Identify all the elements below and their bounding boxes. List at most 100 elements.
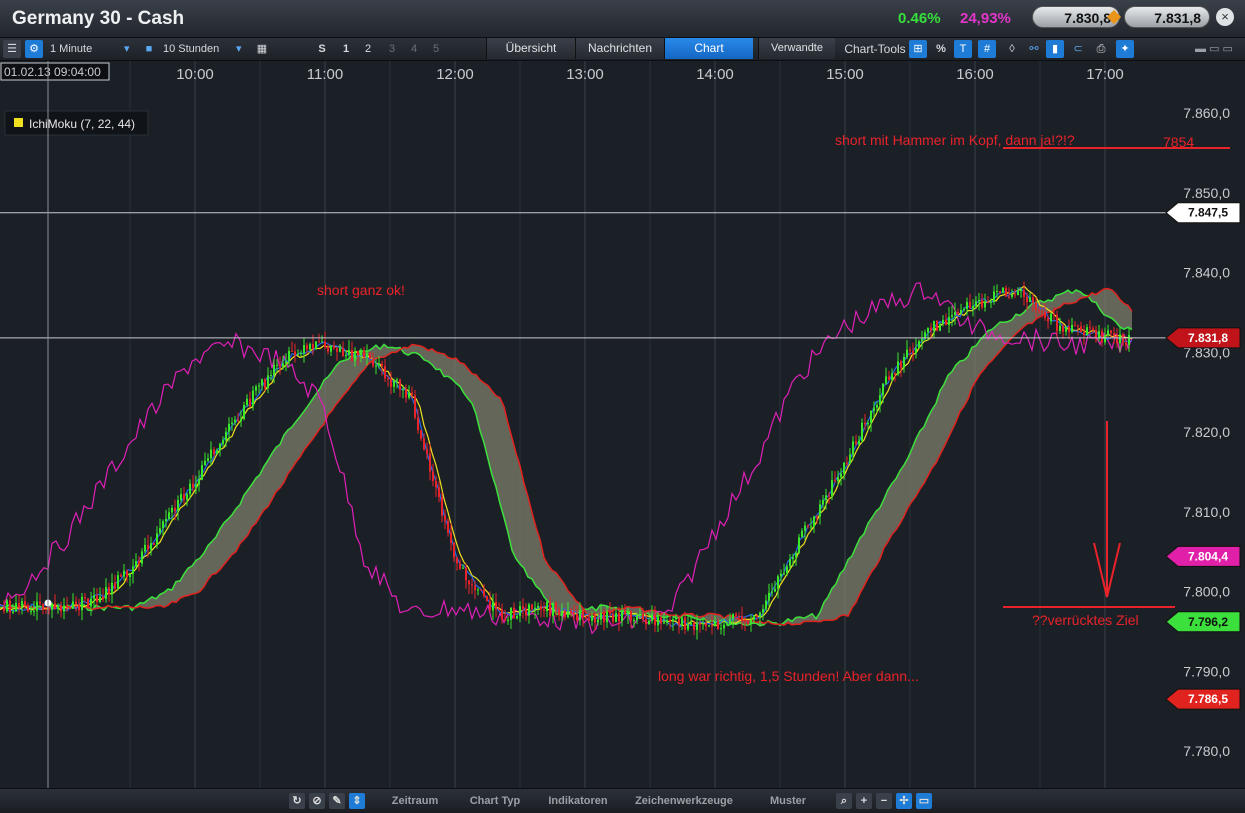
candle-body [654, 614, 656, 626]
calendar-icon[interactable]: ▦ [254, 40, 270, 58]
price-chart[interactable]: 7.860,07.850,07.840,07.830,07.820,07.810… [0, 61, 1245, 788]
text-tool-icon[interactable]: T [954, 40, 972, 58]
buy-button[interactable]: 7.831,8 [1124, 6, 1210, 28]
candle-body [588, 618, 590, 621]
tab-overview[interactable]: Übersicht [486, 38, 575, 59]
candle-body [315, 341, 317, 349]
chart-count-5[interactable]: 5 [428, 40, 444, 58]
zoom-out-icon[interactable]: − [876, 793, 892, 809]
chart-count-2[interactable]: 2 [360, 40, 376, 58]
bottom-tab-indicators[interactable]: Indikatoren [537, 793, 619, 809]
candle-body [255, 386, 257, 391]
candle-body [726, 624, 728, 626]
y-tick-label: 7.840,0 [1183, 265, 1230, 281]
bar-tool-icon[interactable]: ▮ [1046, 40, 1064, 58]
reset-icon[interactable]: ↻ [289, 793, 305, 809]
candle-body [366, 353, 368, 358]
tab-news[interactable]: Nachrichten [575, 38, 664, 59]
candle-body [594, 615, 596, 623]
tab-chart[interactable]: Chart [664, 38, 753, 59]
candle-body [585, 617, 587, 619]
window-controls[interactable]: ▬ ▭ ▭ [1192, 40, 1236, 58]
annotation-text: short mit Hammer im Kopf, dann ja!?!? [835, 132, 1075, 148]
candle-body [783, 573, 785, 575]
scroll-icon[interactable]: ⇕ [349, 793, 365, 809]
candle-body [15, 603, 17, 612]
candle-body [1119, 334, 1121, 344]
candle-body [615, 612, 617, 622]
candle-body [171, 507, 173, 513]
candle-body [702, 623, 704, 625]
bottom-tab-patterns[interactable]: Muster [748, 793, 828, 809]
pencil-icon[interactable]: ✎ [329, 793, 345, 809]
overview-icon[interactable]: ▭ [916, 793, 932, 809]
candle-body [309, 344, 311, 350]
candle-body [789, 559, 791, 567]
candle-body [1062, 325, 1064, 332]
fit-icon[interactable]: ✢ [896, 793, 912, 809]
candle-body [381, 363, 383, 367]
list-icon[interactable]: ☰ [3, 40, 21, 58]
percent-button[interactable]: % [933, 40, 949, 58]
candle-body [672, 619, 674, 622]
candle-body [570, 611, 572, 613]
candle-body [177, 499, 179, 512]
related-button[interactable]: Verwandte [758, 38, 835, 59]
candle-body [324, 341, 326, 347]
candle-body [387, 378, 389, 380]
chart-count-3[interactable]: 3 [384, 40, 400, 58]
crosshair-tool-icon[interactable]: ⊞ [909, 40, 927, 58]
candle-body [249, 398, 251, 406]
interval-value: 1 Minute [50, 43, 93, 55]
gear-icon[interactable]: ⚙ [25, 40, 43, 58]
print-icon[interactable]: ⎙ [1093, 40, 1109, 58]
chart-count-4[interactable]: 4 [406, 40, 422, 58]
no-draw-icon[interactable]: ⊘ [309, 793, 325, 809]
close-button[interactable]: × [1216, 8, 1234, 26]
indicator-legend[interactable]: IchiMoku (7, 22, 44) [4, 110, 149, 136]
candle-body [114, 582, 116, 589]
candle-body [12, 611, 14, 613]
candle-body [474, 585, 476, 591]
senkou-b-line [0, 287, 1133, 627]
candle-body [300, 353, 302, 355]
zoom-icon[interactable]: ⌕ [836, 793, 852, 809]
interval-select[interactable]: 1 Minute ▾ [50, 40, 130, 58]
candle-body [126, 570, 128, 578]
chart-count-1[interactable]: 1 [338, 40, 354, 58]
annotations: short mit Hammer im Kopf, dann ja!?!? 785… [317, 132, 1230, 684]
candle-body [597, 619, 599, 623]
candle-body [675, 618, 677, 620]
indicator-tool-icon[interactable]: ⚯ [1026, 40, 1042, 58]
lock-icon[interactable]: ■ [142, 40, 156, 58]
candle-body [915, 348, 917, 354]
window-title: Germany 30 - Cash [12, 8, 185, 29]
candle-body [135, 561, 137, 567]
candle-body [204, 460, 206, 466]
settings-tool-icon[interactable]: ✦ [1116, 40, 1134, 58]
candle-body [222, 440, 224, 444]
candle-body [225, 431, 227, 441]
price-tag-label: 7.796,2 [1188, 615, 1228, 629]
candle-body [717, 621, 719, 630]
range-value: 10 Stunden [163, 43, 220, 55]
bottom-tab-chart-type[interactable]: Chart Typ [455, 793, 535, 809]
fib-tool-icon[interactable]: ⊂ [1070, 40, 1086, 58]
candle-body [999, 291, 1001, 293]
candle-body [435, 480, 437, 488]
candle-body [729, 618, 731, 625]
range-select[interactable]: 10 Stunden ▾ [163, 40, 243, 58]
candle-body [1128, 335, 1130, 346]
chart-count-s[interactable]: S [314, 40, 330, 58]
candle-body [519, 606, 521, 617]
chart-area[interactable]: 7.860,0 7.850,0 7.840,0 7.830,0 7.820,0 7.810… [0, 61, 1245, 788]
zoom-in-icon[interactable]: + [856, 793, 872, 809]
bottom-tab-period[interactable]: Zeitraum [375, 793, 455, 809]
grid-tool-icon[interactable]: # [978, 40, 996, 58]
candle-tool-icon[interactable]: ◊ [1004, 40, 1020, 58]
candle-body [495, 601, 497, 610]
candle-body [738, 615, 740, 617]
bottom-tab-drawing-tools[interactable]: Zeichenwerkzeuge [624, 793, 744, 809]
sell-button[interactable]: 7.830,8 [1032, 6, 1122, 28]
y-tick-label: 7.810,0 [1183, 504, 1230, 520]
